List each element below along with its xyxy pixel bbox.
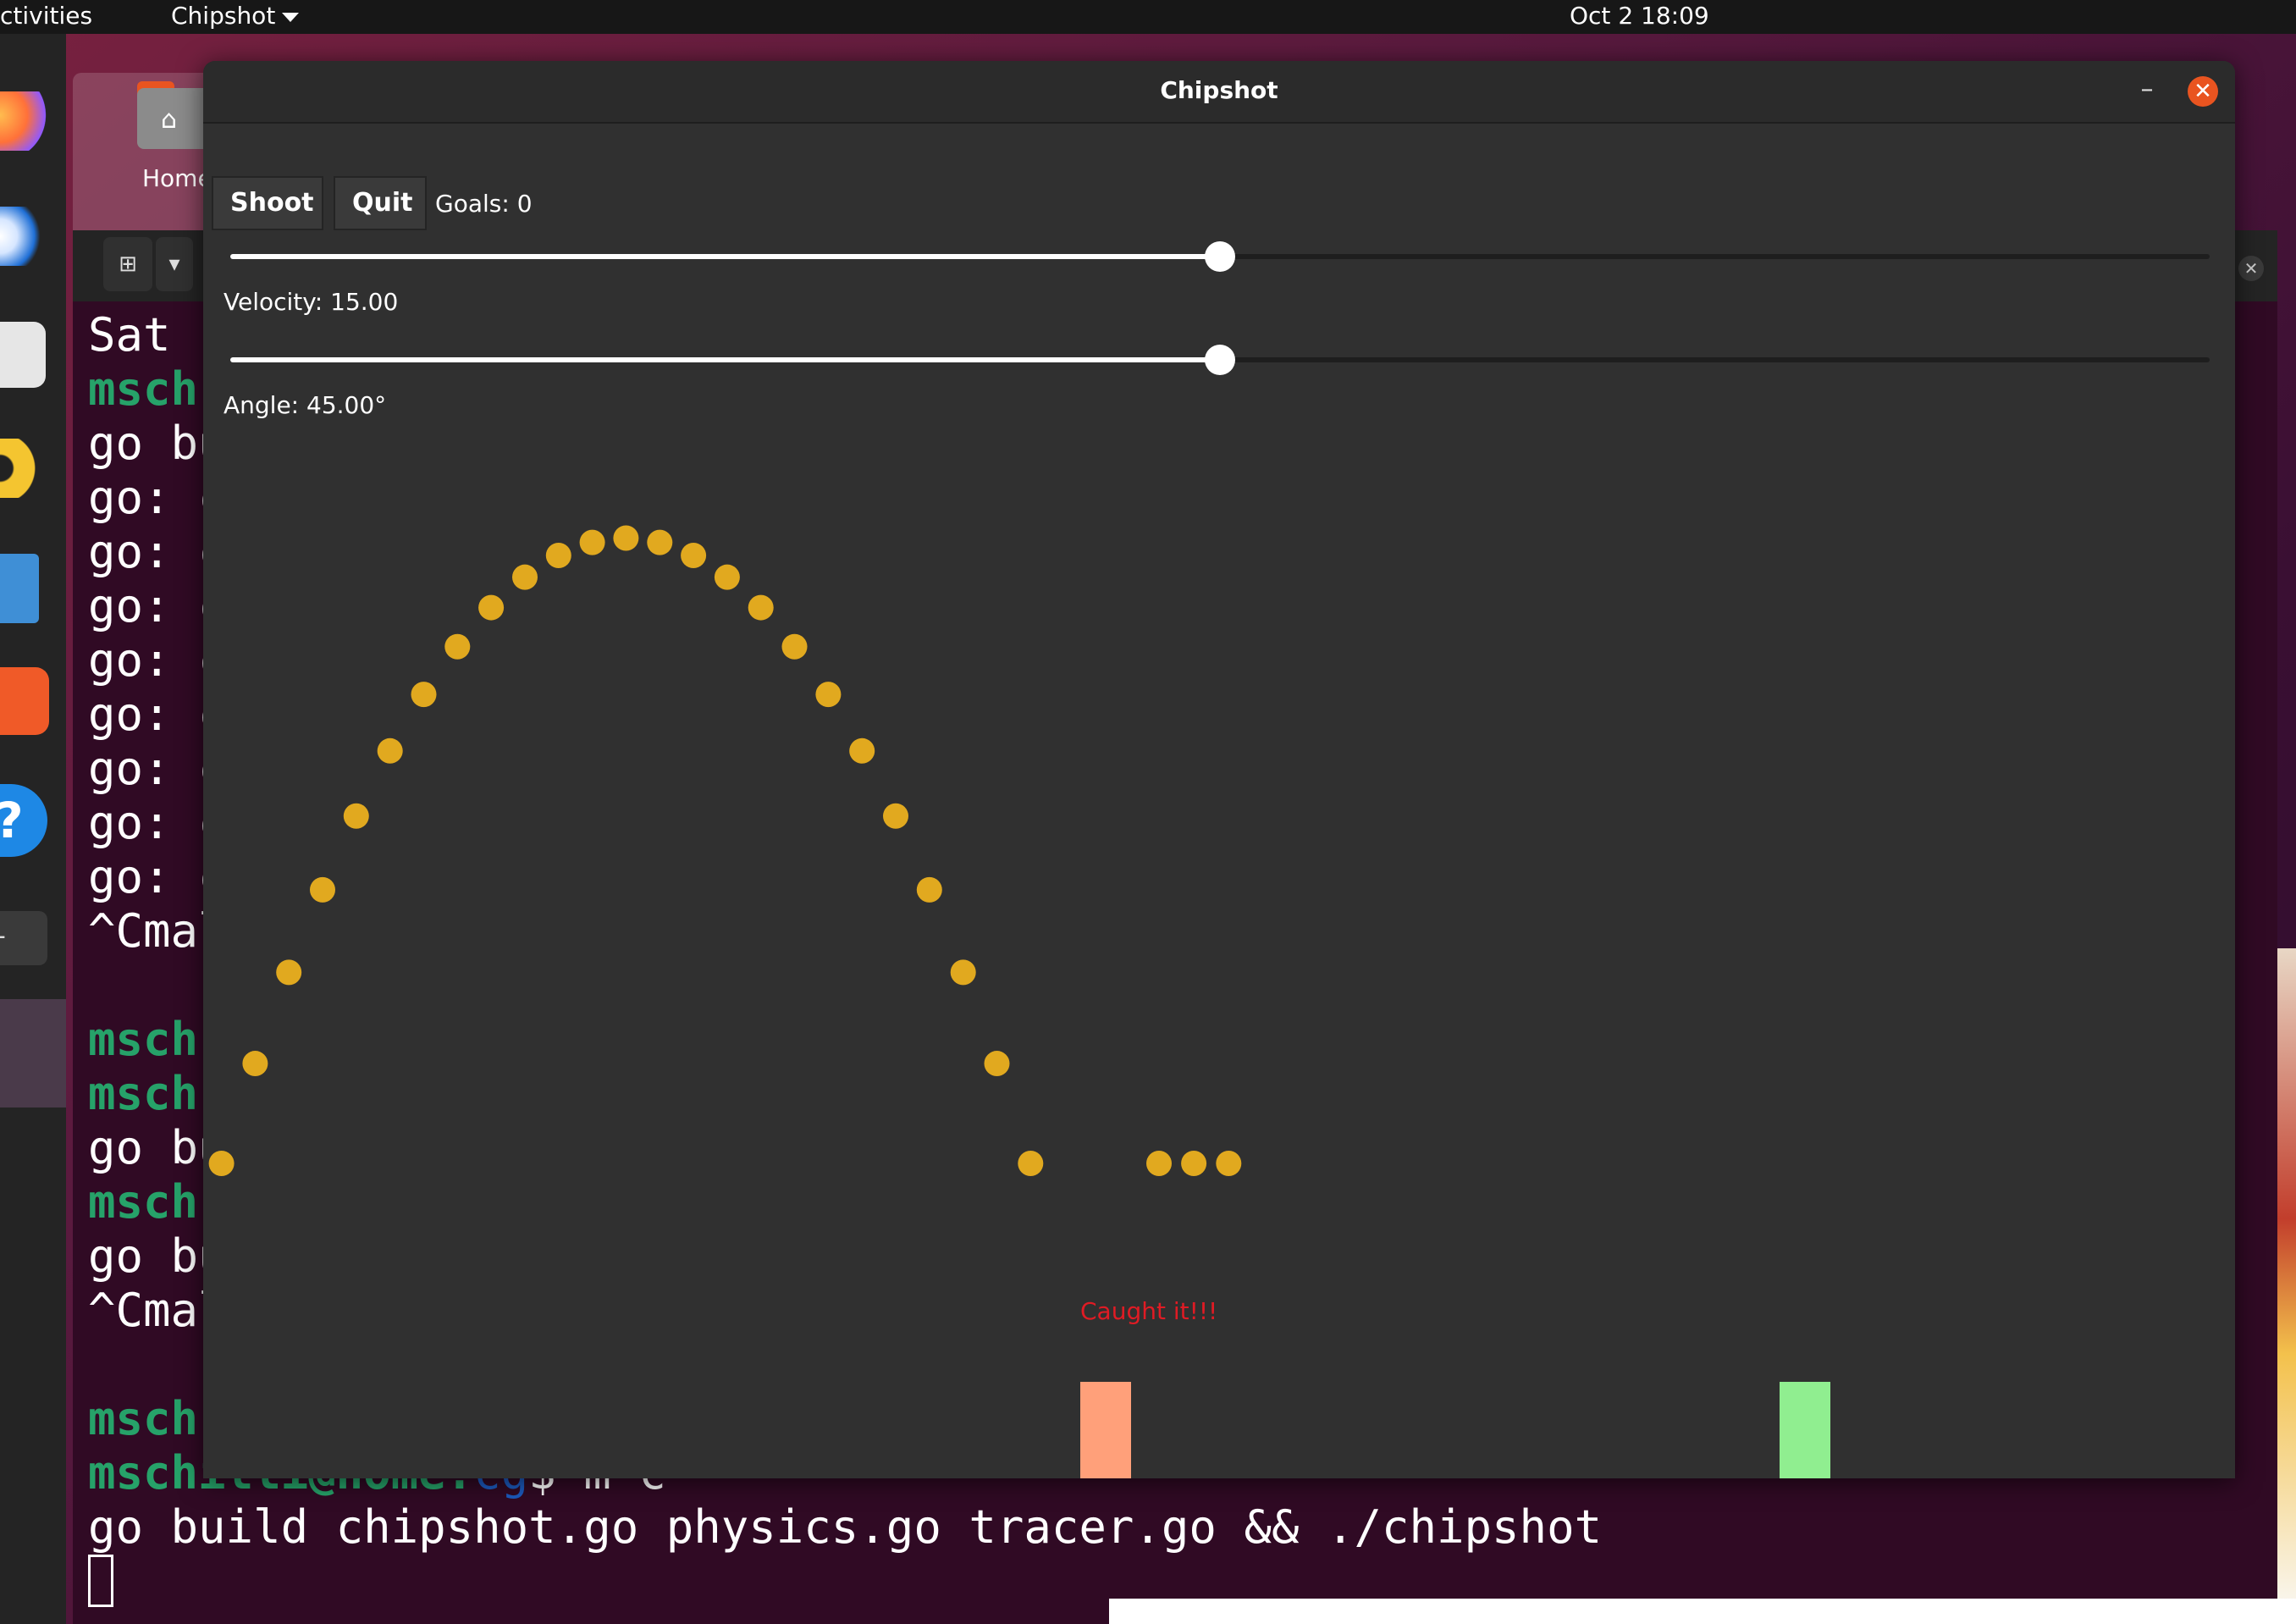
chevron-down-icon[interactable]: ▾: [156, 237, 193, 291]
ball: [478, 594, 505, 621]
ball: [781, 633, 808, 660]
terminal-line: go build chipshot.go physics.go tracer.g…: [88, 1500, 1603, 1554]
ball: [647, 529, 673, 555]
ball: [1181, 1151, 1207, 1176]
ball: [343, 803, 369, 829]
ball: [276, 959, 302, 986]
quit-button[interactable]: Quit: [334, 176, 427, 230]
ball: [512, 564, 538, 590]
home-icon: ⌂: [161, 105, 178, 135]
play-field: [208, 525, 1830, 1478]
thunderbird-icon[interactable]: [0, 207, 49, 266]
ball: [883, 803, 908, 829]
close-icon[interactable]: ✕: [2188, 76, 2218, 107]
clock[interactable]: Oct 2 18:09: [1570, 2, 1709, 30]
writer-icon[interactable]: [0, 554, 39, 623]
ball: [1146, 1151, 1172, 1176]
ball: [714, 564, 740, 590]
angle-label: Angle: 45.00°: [224, 391, 387, 419]
help-icon[interactable]: ?: [0, 784, 47, 857]
ball: [984, 1051, 1010, 1077]
background-window-edge-bottom: [1109, 1599, 2296, 1624]
ball: [748, 594, 774, 621]
top-bar: ctivities Chipshot Oct 2 18:09: [0, 0, 2296, 34]
chevron-down-icon: [282, 12, 300, 22]
terminal-icon[interactable]: -: [0, 911, 47, 965]
app-center-icon[interactable]: [0, 667, 49, 735]
velocity-label: Velocity: 15.00: [224, 288, 399, 316]
terminal-close-icon[interactable]: ✕: [2238, 256, 2264, 281]
goals-counter: Goals: 0: [435, 190, 533, 218]
ball: [242, 1051, 268, 1077]
firefox-icon[interactable]: [0, 91, 49, 151]
ball: [613, 525, 639, 551]
ball: [208, 1151, 235, 1176]
shoot-button[interactable]: Shoot: [212, 176, 323, 230]
ball: [1018, 1151, 1044, 1176]
window-titlebar[interactable]: Chipshot – ✕: [203, 61, 2235, 124]
background-window-edge: [2277, 948, 2296, 1624]
ball: [444, 633, 471, 660]
velocity-slider-handle[interactable]: [1205, 241, 1235, 272]
ball: [849, 737, 875, 764]
ball: [950, 959, 976, 986]
velocity-slider[interactable]: [230, 241, 2210, 272]
catcher-block: [1080, 1382, 1131, 1478]
files-icon[interactable]: [0, 322, 46, 388]
ball: [1216, 1151, 1242, 1176]
velocity-slider-fill: [230, 254, 1220, 259]
desktop-home-label: Home: [142, 164, 212, 192]
angle-slider-fill: [230, 357, 1220, 362]
ball: [310, 876, 335, 903]
caught-message: Caught it!!!: [1080, 1297, 1218, 1325]
ball: [377, 737, 403, 764]
ball: [579, 529, 605, 555]
angle-slider[interactable]: [230, 345, 2210, 375]
chipshot-window: Chipshot – ✕ Shoot Quit Goals: 0 Velocit…: [203, 61, 2235, 1478]
ball: [411, 682, 437, 708]
minimize-icon[interactable]: –: [2132, 77, 2162, 103]
ball: [681, 543, 707, 569]
window-title: Chipshot: [1160, 76, 1278, 104]
ball: [815, 682, 842, 708]
rhythmbox-icon[interactable]: [0, 439, 49, 498]
activities-button[interactable]: ctivities: [0, 2, 92, 30]
angle-slider-handle[interactable]: [1205, 345, 1235, 375]
ball-trail: [208, 525, 1242, 1176]
goal-block: [1780, 1382, 1830, 1478]
ball: [916, 876, 942, 903]
app-menu-label: Chipshot: [171, 2, 276, 30]
ball: [545, 543, 571, 569]
new-tab-icon[interactable]: ⊞: [103, 237, 152, 291]
dock: ? -: [0, 34, 66, 1624]
active-window-icon[interactable]: [0, 999, 66, 1108]
app-menu[interactable]: Chipshot: [171, 2, 300, 30]
terminal-cursor: [88, 1555, 113, 1607]
